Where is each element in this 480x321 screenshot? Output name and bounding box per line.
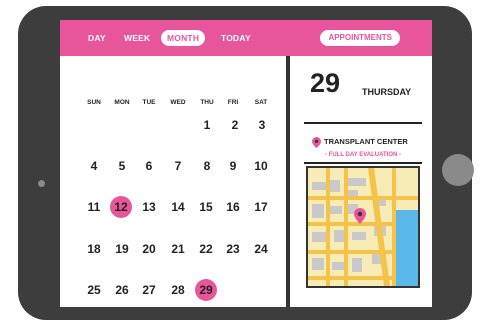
day-cell[interactable]: 27 (138, 279, 160, 301)
camera-icon (38, 180, 45, 187)
day-cell[interactable]: 11 (83, 196, 105, 218)
day-cell[interactable]: 19 (111, 238, 133, 260)
day-detail-panel: 29 THURSDAY TRANSPLANT CENTER - FULL DAY… (290, 56, 432, 307)
event-title[interactable]: TRANSPLANT CENTER (324, 137, 408, 146)
map-graphic (308, 168, 418, 286)
day-cell[interactable]: 18 (83, 238, 105, 260)
day-cell[interactable]: 23 (222, 238, 244, 260)
weekday-header-tue: TUE (142, 99, 156, 106)
day-cell[interactable]: 8 (196, 155, 218, 177)
weekday-header-fri: FRI (227, 99, 239, 106)
day-cell[interactable]: 5 (111, 155, 133, 177)
day-cell[interactable]: 22 (195, 238, 217, 260)
divider-line (304, 162, 422, 164)
tab-day[interactable]: DAY (82, 30, 112, 46)
day-cell[interactable]: 16 (222, 196, 244, 218)
day-cell[interactable]: 3 (251, 114, 273, 136)
weekday-header-sun: SUN (87, 99, 101, 106)
month-calendar: SUN MON TUE WED THU FRI SAT 1 2 3 4 5 6 … (60, 56, 286, 307)
selected-weekday: THURSDAY (362, 87, 412, 97)
day-cell[interactable]: 13 (138, 196, 160, 218)
weekday-header-thu: THU (200, 99, 214, 106)
day-cell[interactable]: 7 (167, 155, 189, 177)
location-map[interactable] (306, 166, 420, 288)
day-cell[interactable]: 28 (167, 279, 189, 301)
selected-date-number: 29 (310, 68, 341, 98)
weekday-header-mon: MON (114, 99, 130, 106)
weekday-header-sat: SAT (254, 99, 268, 106)
day-cell[interactable]: 20 (138, 238, 160, 260)
home-button[interactable] (442, 154, 474, 186)
day-cell[interactable]: 21 (167, 238, 189, 260)
day-cell[interactable]: 9 (222, 155, 244, 177)
top-toolbar: DAY WEEK MONTH TODAY APPOINTMENTS (60, 20, 432, 56)
divider-line (304, 122, 422, 124)
day-cell[interactable]: 1 (196, 114, 218, 136)
tab-month[interactable]: MONTH (161, 30, 206, 46)
day-cell[interactable]: 24 (250, 238, 272, 260)
appointments-button[interactable]: APPOINTMENTS (320, 30, 400, 46)
tab-today[interactable]: TODAY (215, 30, 257, 46)
day-cell[interactable]: 14 (167, 196, 189, 218)
event-subtitle: - FULL DAY EVALUATION - (324, 152, 401, 158)
day-cell-highlighted[interactable]: 12 (110, 196, 132, 218)
day-cell[interactable]: 17 (250, 196, 272, 218)
day-cell[interactable]: 10 (250, 155, 272, 177)
day-cell[interactable]: 6 (138, 155, 160, 177)
calendar-app-screen: DAY WEEK MONTH TODAY APPOINTMENTS SUN MO… (60, 20, 432, 307)
day-cell[interactable]: 2 (224, 114, 246, 136)
day-cell[interactable]: 26 (111, 279, 133, 301)
day-cell[interactable]: 4 (83, 155, 105, 177)
day-cell-selected[interactable]: 29 (195, 279, 217, 301)
tab-week[interactable]: WEEK (118, 30, 156, 46)
day-cell[interactable]: 15 (195, 196, 217, 218)
map-pin-icon (312, 137, 321, 148)
day-cell[interactable]: 25 (83, 279, 105, 301)
weekday-header-wed: WED (170, 99, 186, 106)
